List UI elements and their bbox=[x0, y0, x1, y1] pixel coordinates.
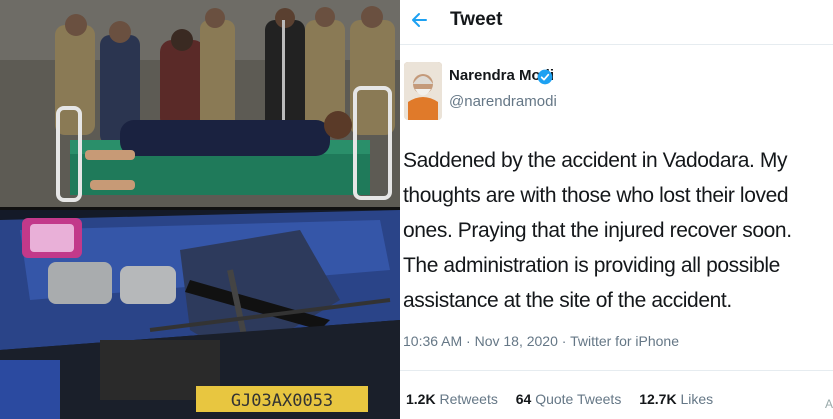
tweet-timestamp[interactable]: 10:36 AM · Nov 18, 2020 · Twitter for iP… bbox=[403, 333, 679, 349]
hospital-photo bbox=[0, 0, 400, 207]
retweets-count: 1.2K bbox=[406, 391, 436, 407]
retweets-stat[interactable]: 1.2K Retweets bbox=[406, 391, 498, 407]
corner-label: A bbox=[824, 397, 833, 411]
license-plate-text: GJ03AX0053 bbox=[231, 391, 333, 411]
vehicle-scene: GJ03AX0053 bbox=[0, 210, 400, 419]
verified-badge-icon bbox=[537, 69, 553, 85]
tweet-header: Tweet bbox=[400, 0, 833, 45]
avatar-image bbox=[404, 62, 442, 120]
arrow-left-icon[interactable] bbox=[406, 6, 434, 34]
divider bbox=[400, 370, 833, 371]
quote-count: 64 bbox=[515, 391, 532, 407]
vehicle-photo: GJ03AX0053 bbox=[0, 210, 400, 419]
hospital-scene bbox=[0, 0, 400, 207]
quote-label: Quote Tweets bbox=[535, 391, 622, 407]
tweet-panel: Tweet Narendra Modi @narendramodi Sadden… bbox=[400, 0, 833, 419]
likes-label: Likes bbox=[680, 391, 714, 407]
likes-count: 12.7K bbox=[639, 391, 677, 407]
quote-tweets-stat[interactable]: 64 Quote Tweets bbox=[516, 391, 622, 407]
retweets-label: Retweets bbox=[439, 391, 498, 407]
tweet-text: Saddened by the accident in Vadodara. My… bbox=[403, 149, 792, 312]
avatar[interactable] bbox=[404, 62, 442, 120]
tweet-stats: 1.2K Retweets 64 Quote Tweets 12.7K Like… bbox=[406, 391, 727, 407]
page-title: Tweet bbox=[450, 9, 503, 30]
user-handle[interactable]: @narendramodi bbox=[449, 93, 557, 110]
likes-stat[interactable]: 12.7K Likes bbox=[639, 391, 713, 407]
